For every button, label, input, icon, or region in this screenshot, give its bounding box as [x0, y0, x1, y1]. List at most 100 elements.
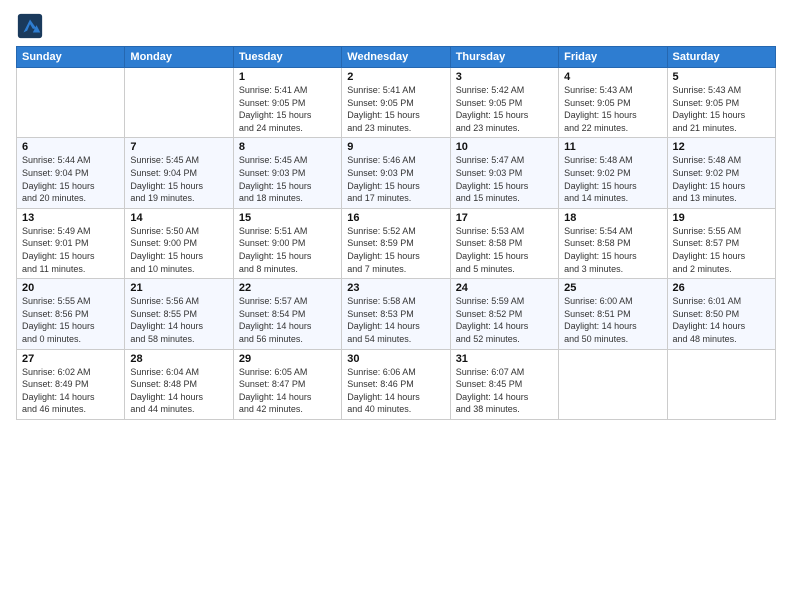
calendar-table: SundayMondayTuesdayWednesdayThursdayFrid…	[16, 46, 776, 420]
calendar-cell	[125, 68, 233, 138]
day-number: 1	[239, 71, 336, 83]
header	[16, 12, 776, 40]
calendar-cell: 16Sunrise: 5:52 AM Sunset: 8:59 PM Dayli…	[342, 208, 450, 278]
weekday-header-row: SundayMondayTuesdayWednesdayThursdayFrid…	[17, 47, 776, 68]
day-info: Sunrise: 5:44 AM Sunset: 9:04 PM Dayligh…	[22, 154, 119, 204]
day-info: Sunrise: 5:41 AM Sunset: 9:05 PM Dayligh…	[239, 84, 336, 134]
day-number: 4	[564, 71, 661, 83]
logo-icon	[16, 12, 44, 40]
calendar-cell: 25Sunrise: 6:00 AM Sunset: 8:51 PM Dayli…	[559, 279, 667, 349]
day-number: 26	[673, 282, 770, 294]
day-number: 14	[130, 212, 227, 224]
day-number: 2	[347, 71, 444, 83]
calendar-cell: 9Sunrise: 5:46 AM Sunset: 9:03 PM Daylig…	[342, 138, 450, 208]
day-number: 23	[347, 282, 444, 294]
calendar-cell: 28Sunrise: 6:04 AM Sunset: 8:48 PM Dayli…	[125, 349, 233, 419]
calendar-cell: 13Sunrise: 5:49 AM Sunset: 9:01 PM Dayli…	[17, 208, 125, 278]
calendar-cell: 31Sunrise: 6:07 AM Sunset: 8:45 PM Dayli…	[450, 349, 558, 419]
day-info: Sunrise: 5:45 AM Sunset: 9:04 PM Dayligh…	[130, 154, 227, 204]
day-info: Sunrise: 6:04 AM Sunset: 8:48 PM Dayligh…	[130, 366, 227, 416]
logo	[16, 12, 48, 40]
calendar-cell: 1Sunrise: 5:41 AM Sunset: 9:05 PM Daylig…	[233, 68, 341, 138]
day-info: Sunrise: 6:01 AM Sunset: 8:50 PM Dayligh…	[673, 295, 770, 345]
calendar-cell: 18Sunrise: 5:54 AM Sunset: 8:58 PM Dayli…	[559, 208, 667, 278]
day-number: 31	[456, 353, 553, 365]
weekday-header-sunday: Sunday	[17, 47, 125, 68]
calendar-cell: 17Sunrise: 5:53 AM Sunset: 8:58 PM Dayli…	[450, 208, 558, 278]
day-number: 9	[347, 141, 444, 153]
calendar-cell: 6Sunrise: 5:44 AM Sunset: 9:04 PM Daylig…	[17, 138, 125, 208]
calendar-cell: 30Sunrise: 6:06 AM Sunset: 8:46 PM Dayli…	[342, 349, 450, 419]
day-info: Sunrise: 5:59 AM Sunset: 8:52 PM Dayligh…	[456, 295, 553, 345]
day-info: Sunrise: 6:07 AM Sunset: 8:45 PM Dayligh…	[456, 366, 553, 416]
calendar-cell	[17, 68, 125, 138]
weekday-header-wednesday: Wednesday	[342, 47, 450, 68]
day-number: 16	[347, 212, 444, 224]
day-number: 22	[239, 282, 336, 294]
day-info: Sunrise: 6:06 AM Sunset: 8:46 PM Dayligh…	[347, 366, 444, 416]
calendar-cell: 21Sunrise: 5:56 AM Sunset: 8:55 PM Dayli…	[125, 279, 233, 349]
calendar-cell: 26Sunrise: 6:01 AM Sunset: 8:50 PM Dayli…	[667, 279, 775, 349]
calendar-cell: 5Sunrise: 5:43 AM Sunset: 9:05 PM Daylig…	[667, 68, 775, 138]
calendar-cell: 4Sunrise: 5:43 AM Sunset: 9:05 PM Daylig…	[559, 68, 667, 138]
day-info: Sunrise: 5:56 AM Sunset: 8:55 PM Dayligh…	[130, 295, 227, 345]
day-number: 24	[456, 282, 553, 294]
day-info: Sunrise: 5:52 AM Sunset: 8:59 PM Dayligh…	[347, 225, 444, 275]
day-number: 30	[347, 353, 444, 365]
day-number: 12	[673, 141, 770, 153]
calendar-cell: 22Sunrise: 5:57 AM Sunset: 8:54 PM Dayli…	[233, 279, 341, 349]
weekday-header-friday: Friday	[559, 47, 667, 68]
calendar-cell: 3Sunrise: 5:42 AM Sunset: 9:05 PM Daylig…	[450, 68, 558, 138]
day-info: Sunrise: 5:51 AM Sunset: 9:00 PM Dayligh…	[239, 225, 336, 275]
calendar-cell	[667, 349, 775, 419]
day-info: Sunrise: 5:42 AM Sunset: 9:05 PM Dayligh…	[456, 84, 553, 134]
calendar-cell: 2Sunrise: 5:41 AM Sunset: 9:05 PM Daylig…	[342, 68, 450, 138]
day-number: 19	[673, 212, 770, 224]
calendar-cell: 27Sunrise: 6:02 AM Sunset: 8:49 PM Dayli…	[17, 349, 125, 419]
day-number: 17	[456, 212, 553, 224]
day-info: Sunrise: 5:46 AM Sunset: 9:03 PM Dayligh…	[347, 154, 444, 204]
day-number: 6	[22, 141, 119, 153]
calendar-cell: 15Sunrise: 5:51 AM Sunset: 9:00 PM Dayli…	[233, 208, 341, 278]
page: SundayMondayTuesdayWednesdayThursdayFrid…	[0, 0, 792, 612]
day-info: Sunrise: 5:55 AM Sunset: 8:57 PM Dayligh…	[673, 225, 770, 275]
day-number: 13	[22, 212, 119, 224]
calendar-week-4: 20Sunrise: 5:55 AM Sunset: 8:56 PM Dayli…	[17, 279, 776, 349]
calendar-cell: 29Sunrise: 6:05 AM Sunset: 8:47 PM Dayli…	[233, 349, 341, 419]
day-info: Sunrise: 6:05 AM Sunset: 8:47 PM Dayligh…	[239, 366, 336, 416]
day-number: 28	[130, 353, 227, 365]
day-info: Sunrise: 5:57 AM Sunset: 8:54 PM Dayligh…	[239, 295, 336, 345]
weekday-header-thursday: Thursday	[450, 47, 558, 68]
day-info: Sunrise: 5:50 AM Sunset: 9:00 PM Dayligh…	[130, 225, 227, 275]
day-number: 27	[22, 353, 119, 365]
day-number: 18	[564, 212, 661, 224]
day-info: Sunrise: 5:47 AM Sunset: 9:03 PM Dayligh…	[456, 154, 553, 204]
calendar-cell: 10Sunrise: 5:47 AM Sunset: 9:03 PM Dayli…	[450, 138, 558, 208]
day-number: 29	[239, 353, 336, 365]
calendar-week-3: 13Sunrise: 5:49 AM Sunset: 9:01 PM Dayli…	[17, 208, 776, 278]
day-info: Sunrise: 5:41 AM Sunset: 9:05 PM Dayligh…	[347, 84, 444, 134]
calendar-week-1: 1Sunrise: 5:41 AM Sunset: 9:05 PM Daylig…	[17, 68, 776, 138]
day-info: Sunrise: 5:49 AM Sunset: 9:01 PM Dayligh…	[22, 225, 119, 275]
calendar-cell: 19Sunrise: 5:55 AM Sunset: 8:57 PM Dayli…	[667, 208, 775, 278]
day-info: Sunrise: 5:43 AM Sunset: 9:05 PM Dayligh…	[564, 84, 661, 134]
calendar-week-2: 6Sunrise: 5:44 AM Sunset: 9:04 PM Daylig…	[17, 138, 776, 208]
calendar-week-5: 27Sunrise: 6:02 AM Sunset: 8:49 PM Dayli…	[17, 349, 776, 419]
day-info: Sunrise: 5:55 AM Sunset: 8:56 PM Dayligh…	[22, 295, 119, 345]
weekday-header-tuesday: Tuesday	[233, 47, 341, 68]
day-number: 5	[673, 71, 770, 83]
calendar-cell: 20Sunrise: 5:55 AM Sunset: 8:56 PM Dayli…	[17, 279, 125, 349]
calendar-cell	[559, 349, 667, 419]
calendar-cell: 12Sunrise: 5:48 AM Sunset: 9:02 PM Dayli…	[667, 138, 775, 208]
day-info: Sunrise: 5:53 AM Sunset: 8:58 PM Dayligh…	[456, 225, 553, 275]
day-number: 10	[456, 141, 553, 153]
day-number: 21	[130, 282, 227, 294]
day-info: Sunrise: 5:54 AM Sunset: 8:58 PM Dayligh…	[564, 225, 661, 275]
day-info: Sunrise: 6:00 AM Sunset: 8:51 PM Dayligh…	[564, 295, 661, 345]
weekday-header-monday: Monday	[125, 47, 233, 68]
day-info: Sunrise: 5:45 AM Sunset: 9:03 PM Dayligh…	[239, 154, 336, 204]
day-info: Sunrise: 6:02 AM Sunset: 8:49 PM Dayligh…	[22, 366, 119, 416]
calendar-cell: 11Sunrise: 5:48 AM Sunset: 9:02 PM Dayli…	[559, 138, 667, 208]
day-number: 20	[22, 282, 119, 294]
day-info: Sunrise: 5:58 AM Sunset: 8:53 PM Dayligh…	[347, 295, 444, 345]
